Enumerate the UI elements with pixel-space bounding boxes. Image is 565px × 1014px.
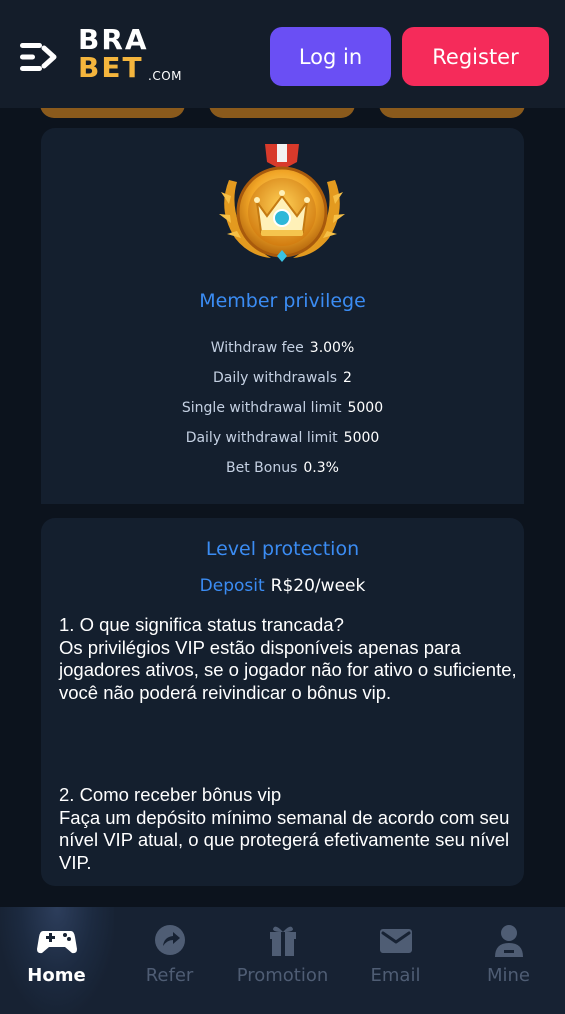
privilege-label: Bet Bonus <box>226 460 298 476</box>
rule-2-body: Faça um depósito mínimo semanal de acord… <box>59 806 510 873</box>
nav-item-home[interactable]: Home <box>0 907 113 1014</box>
privilege-row: Daily withdrawals 2 <box>0 370 565 386</box>
rule-1-text: 1. O que significa status trancada? Os p… <box>59 614 519 704</box>
nav-label: Email <box>370 965 421 986</box>
bottom-nav: Home Refer Promotion Email Mine <box>0 907 565 1014</box>
privilege-label: Daily withdrawal limit <box>185 430 338 446</box>
gift-icon <box>269 926 296 956</box>
app-header: BRA BET .COM Log in Register <box>0 0 565 108</box>
vip-screen: BRA BET .COM Log in Register Member priv… <box>0 0 565 1014</box>
mail-icon <box>379 929 412 953</box>
vip-medal-icon <box>219 144 345 262</box>
register-button[interactable]: Register <box>402 27 549 86</box>
privilege-row: Single withdrawal limit 5000 <box>0 400 565 416</box>
login-button[interactable]: Log in <box>270 27 391 86</box>
logo-suffix-text: .COM <box>148 69 182 83</box>
rule-2-text: 2. Como receber bônus vip Faça um depósi… <box>59 784 519 874</box>
privilege-label: Single withdrawal limit <box>181 400 342 416</box>
level-protection-title: Level protection <box>205 538 360 560</box>
privilege-row: Daily withdrawal limit 5000 <box>0 430 565 446</box>
nav-label: Promotion <box>236 965 329 986</box>
nav-label: Refer <box>145 965 194 986</box>
privilege-label: Daily withdrawals <box>213 370 338 386</box>
brand-logo[interactable]: BRA BET .COM <box>78 24 198 88</box>
privilege-value: 2 <box>343 370 352 386</box>
logo-bottom-text: BET <box>78 51 144 84</box>
deposit-label: Deposit <box>199 576 265 596</box>
privilege-value: 5000 <box>343 430 380 446</box>
rule-2-heading: 2. Como receber bônus vip <box>59 784 282 805</box>
gamepad-icon <box>36 931 77 954</box>
privilege-label: Withdraw fee <box>210 340 304 356</box>
nav-item-email[interactable]: Email <box>339 907 452 1014</box>
nav-item-mine[interactable]: Mine <box>452 907 565 1014</box>
privilege-value: 5000 <box>347 400 384 416</box>
rule-1-body: Os privilégios VIP estão disponíveis ape… <box>59 636 517 703</box>
privilege-value: 0.3% <box>303 460 339 476</box>
nav-label: Mine <box>486 965 530 986</box>
privilege-value: 3.00% <box>309 340 355 356</box>
share-icon <box>154 925 185 955</box>
nav-item-refer[interactable]: Refer <box>113 907 226 1014</box>
rule-1-heading: 1. O que significa status trancada? <box>59 614 344 635</box>
menu-icon[interactable] <box>20 40 58 74</box>
user-icon <box>494 925 523 957</box>
privilege-row: Withdraw fee 3.00% <box>0 340 565 356</box>
deposit-value: R$20/week <box>270 576 366 596</box>
nav-item-promotion[interactable]: Promotion <box>226 907 339 1014</box>
privilege-row: Bet Bonus 0.3% <box>0 460 565 476</box>
member-privilege-title: Member privilege <box>199 290 366 312</box>
nav-label: Home <box>27 965 86 986</box>
member-privilege-card <box>41 128 524 504</box>
deposit-requirement: Deposit R$20/week <box>0 576 565 596</box>
logo-top-text: BRA <box>78 23 149 56</box>
